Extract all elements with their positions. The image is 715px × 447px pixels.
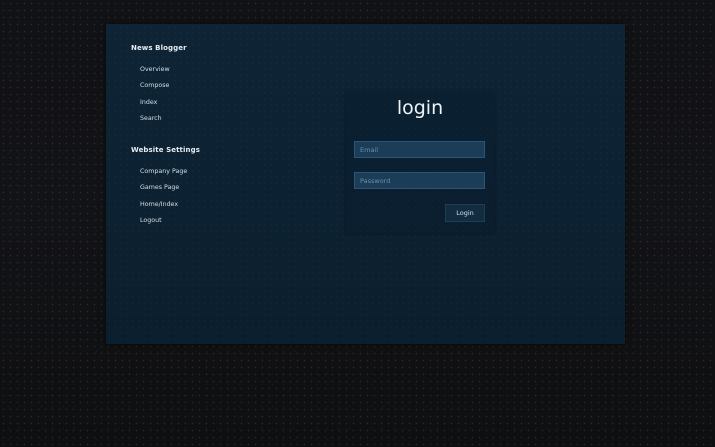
sidebar-section-title-news-blogger: News Blogger xyxy=(131,44,187,52)
sidebar-section-title-website-settings: Website Settings xyxy=(131,146,200,154)
sidebar-item-search[interactable]: Search xyxy=(140,115,162,122)
email-field[interactable] xyxy=(354,141,485,158)
sidebar-item-index[interactable]: Index xyxy=(140,99,157,106)
sidebar-item-home-index[interactable]: Home/Index xyxy=(140,201,178,208)
sidebar-item-company-page[interactable]: Company Page xyxy=(140,168,187,175)
main-panel: News Blogger Overview Compose Index Sear… xyxy=(106,24,625,344)
password-field[interactable] xyxy=(354,172,485,189)
sidebar-item-logout[interactable]: Logout xyxy=(140,217,162,224)
sidebar-item-overview[interactable]: Overview xyxy=(140,66,170,73)
sidebar-item-games-page[interactable]: Games Page xyxy=(140,184,179,191)
login-title: login xyxy=(396,97,444,119)
login-form: login Login xyxy=(346,93,494,233)
sidebar-item-compose[interactable]: Compose xyxy=(140,82,169,89)
login-button[interactable]: Login xyxy=(445,204,485,222)
